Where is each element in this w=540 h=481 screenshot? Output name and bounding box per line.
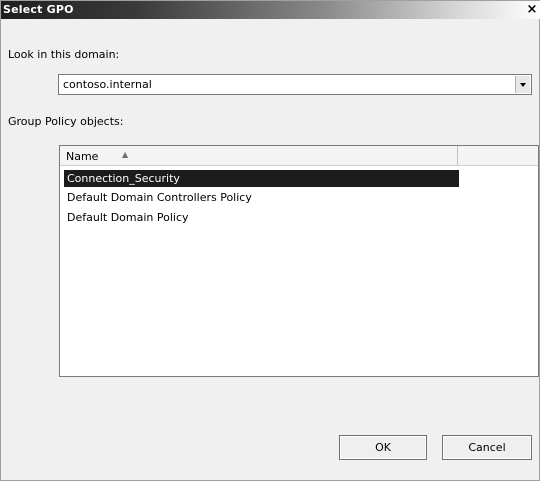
cancel-button[interactable]: Cancel bbox=[442, 435, 532, 460]
ok-button[interactable]: OK bbox=[339, 435, 427, 460]
window-title: Select GPO bbox=[3, 3, 74, 16]
domain-label: Look in this domain: bbox=[8, 48, 120, 61]
list-header: Name ▲ bbox=[60, 146, 538, 166]
list-item[interactable]: Default Domain Controllers Policy bbox=[64, 189, 459, 206]
chevron-down-icon[interactable] bbox=[515, 76, 530, 93]
column-header-empty[interactable] bbox=[458, 146, 538, 165]
select-gpo-dialog: Select GPO × Look in this domain: contos… bbox=[0, 0, 540, 481]
list-item-label: Default Domain Policy bbox=[67, 211, 189, 224]
domain-dropdown[interactable]: contoso.internal bbox=[58, 74, 532, 95]
list-item[interactable]: Connection_Security bbox=[64, 170, 459, 187]
list-item-label: Connection_Security bbox=[67, 172, 180, 185]
sort-ascending-icon: ▲ bbox=[122, 150, 129, 159]
gpo-list-label: Group Policy objects: bbox=[8, 115, 124, 128]
title-bar: Select GPO × bbox=[1, 1, 540, 19]
column-header-name-label: Name bbox=[66, 150, 99, 163]
domain-dropdown-value: contoso.internal bbox=[63, 78, 152, 91]
close-button[interactable]: × bbox=[525, 2, 539, 17]
list-item[interactable]: Default Domain Policy bbox=[64, 209, 459, 226]
gpo-list[interactable]: Name ▲ Connection_Security Default Domai… bbox=[59, 145, 539, 377]
list-item-label: Default Domain Controllers Policy bbox=[67, 191, 252, 204]
column-header-name[interactable]: Name ▲ bbox=[60, 146, 458, 165]
